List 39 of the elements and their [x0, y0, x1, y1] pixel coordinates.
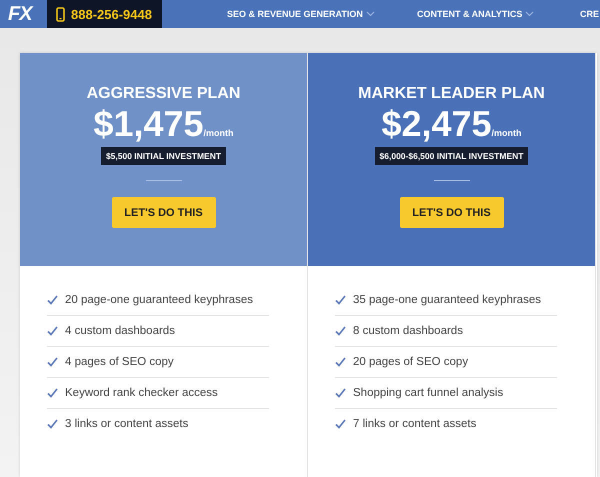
plan-name: AGGRESSIVE PLAN: [86, 85, 240, 103]
check-icon: [47, 295, 58, 305]
check-icon: [335, 388, 346, 398]
check-icon: [335, 295, 346, 305]
check-icon: [335, 326, 346, 336]
investment-label: $6,000-$6,500 INITIAL INVESTMENT: [374, 147, 528, 165]
feature-text: 4 pages of SEO copy: [65, 356, 174, 368]
phone-box[interactable]: 888-256-9448: [47, 0, 162, 28]
feature-text: Keyword rank checker access: [65, 387, 218, 399]
plan-name: MARKET LEADER PLAN: [358, 85, 545, 103]
nav-link[interactable]: CONTENT & ANALYTICS: [417, 9, 580, 19]
feature-text: 3 links or content assets: [65, 418, 188, 430]
check-icon: [47, 388, 58, 398]
cta-button[interactable]: LET'S DO THIS: [112, 197, 216, 228]
phone-icon: [56, 6, 65, 22]
caret-icon: [366, 11, 375, 17]
feature-text: Shopping cart funnel analysis: [353, 387, 504, 399]
feature-text: 20 pages of SEO copy: [353, 356, 468, 368]
feature-text: 8 custom dashboards: [353, 325, 463, 337]
nav-link[interactable]: SEO & REVENUE GENERATION: [227, 9, 417, 19]
price-period: /month: [492, 128, 522, 140]
check-icon: [47, 357, 58, 367]
feature-text: 7 links or content assets: [353, 418, 476, 430]
nav-link[interactable]: CRE: [580, 9, 600, 19]
investment-label: $5,500 INITIAL INVESTMENT: [100, 147, 226, 165]
phone-number: 888-256-9448: [71, 6, 152, 22]
price: $1,475: [93, 105, 204, 143]
cta-button[interactable]: LET'S DO THIS: [400, 197, 504, 228]
price: $2,475: [381, 105, 492, 143]
feature-text: 35 page-one guaranteed keyphrases: [353, 294, 541, 306]
logo[interactable]: FX: [0, 2, 47, 26]
check-icon: [335, 419, 346, 429]
price-period: /month: [204, 128, 234, 140]
feature-text: 4 custom dashboards: [65, 325, 175, 337]
check-icon: [47, 419, 58, 429]
feature-text: 20 page-one guaranteed keyphrases: [65, 294, 253, 306]
check-icon: [335, 357, 346, 367]
check-icon: [47, 326, 58, 336]
caret-icon: [525, 11, 534, 17]
